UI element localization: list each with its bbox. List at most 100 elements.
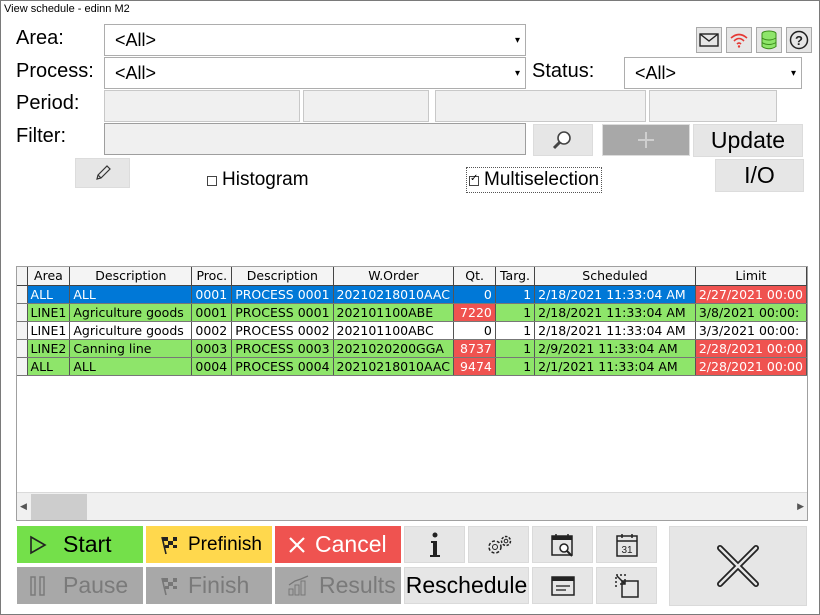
histogram-label: Histogram bbox=[222, 169, 309, 190]
column-header[interactable]: Targ. bbox=[495, 267, 536, 286]
column-header[interactable]: Qt. bbox=[453, 267, 496, 286]
schedule-table: Area Description Proc. Description W.Ord… bbox=[17, 267, 807, 376]
table-cell-limit: 3/8/2021 00:00: bbox=[695, 303, 807, 322]
table-cell-pdesc: PROCESS 0003 bbox=[231, 339, 334, 358]
area-label: Area: bbox=[16, 27, 64, 49]
row-header-corner bbox=[17, 267, 28, 286]
column-header[interactable]: Description bbox=[69, 267, 193, 286]
calendar-button[interactable]: 31 bbox=[596, 526, 657, 563]
table-cell-scheduled: 2/18/2021 11:33:04 AM bbox=[534, 321, 696, 340]
pause-button[interactable]: Pause bbox=[17, 567, 143, 604]
period-end-time[interactable] bbox=[649, 90, 777, 122]
close-window-button[interactable] bbox=[669, 526, 807, 606]
info-icon bbox=[429, 532, 440, 557]
table-row[interactable]: ALL ALL 0004 PROCESS 0004 20210218010AAC 9474… bbox=[17, 357, 807, 376]
scrollbar-thumb[interactable] bbox=[31, 494, 87, 520]
process-select-value: <All> bbox=[115, 63, 157, 83]
scroll-right-icon[interactable]: ▶ bbox=[797, 501, 804, 512]
column-header[interactable]: Limit bbox=[695, 267, 807, 286]
plus-icon bbox=[638, 132, 654, 148]
table-cell-qt: 0 bbox=[453, 321, 496, 340]
column-header[interactable]: Description bbox=[231, 267, 334, 286]
schedule-search-button[interactable] bbox=[532, 526, 593, 563]
table-cell-limit: 2/28/2021 00:00 bbox=[695, 339, 807, 358]
table-cell-scheduled: 2/18/2021 11:33:04 AM bbox=[534, 303, 696, 322]
process-select[interactable]: <All> ▾ bbox=[104, 57, 526, 89]
table-row[interactable]: LINE2 Canning line 0003 PROCESS 0003 2021020… bbox=[17, 339, 807, 358]
table-row[interactable]: LINE1 Agriculture goods 0002 PROCESS 0002 20… bbox=[17, 321, 807, 340]
database-button[interactable] bbox=[756, 27, 782, 53]
row-header[interactable] bbox=[17, 303, 28, 322]
card-button[interactable] bbox=[532, 567, 593, 604]
row-header[interactable] bbox=[17, 357, 28, 376]
table-cell-targ: 1 bbox=[495, 303, 536, 322]
table-cell-targ: 1 bbox=[495, 357, 536, 376]
wifi-icon bbox=[730, 33, 748, 48]
column-header[interactable]: Area bbox=[27, 267, 71, 286]
play-icon bbox=[30, 535, 47, 554]
settings-button[interactable] bbox=[468, 526, 529, 563]
checkered-flag-icon bbox=[161, 536, 177, 554]
update-button[interactable]: Update bbox=[693, 124, 803, 157]
connection-button[interactable] bbox=[726, 27, 752, 53]
prefinish-button[interactable]: Prefinish bbox=[146, 526, 272, 563]
help-button[interactable]: ? bbox=[786, 27, 812, 53]
table-row[interactable]: LINE1 Agriculture goods 0001 PROCESS 0001 20… bbox=[17, 303, 807, 322]
period-end-date[interactable] bbox=[435, 90, 646, 122]
status-select[interactable]: <All> ▾ bbox=[624, 57, 802, 89]
results-button[interactable]: Results bbox=[275, 567, 401, 604]
row-header[interactable] bbox=[17, 321, 28, 340]
start-button[interactable]: Start bbox=[17, 526, 143, 563]
filter-input[interactable] bbox=[104, 123, 526, 155]
table-cell-pdesc: PROCESS 0004 bbox=[231, 357, 334, 376]
period-start-date[interactable] bbox=[104, 90, 300, 122]
column-header[interactable]: Scheduled bbox=[534, 267, 696, 286]
info-button[interactable] bbox=[404, 526, 465, 563]
table-cell-qt: 7220 bbox=[453, 303, 496, 322]
resize-button[interactable] bbox=[596, 567, 657, 604]
histogram-checkbox[interactable]: Histogram bbox=[207, 169, 309, 191]
chevron-down-icon: ▾ bbox=[514, 35, 521, 46]
card-icon bbox=[550, 575, 575, 596]
horizontal-scrollbar[interactable]: ◀ ▶ bbox=[17, 492, 807, 520]
table-cell-proc: 0004 bbox=[191, 357, 233, 376]
edit-button[interactable] bbox=[75, 158, 130, 188]
window-title: View schedule - edinn M2 bbox=[4, 3, 130, 15]
cancel-button[interactable]: Cancel bbox=[275, 526, 401, 563]
table-cell-qt: 9474 bbox=[453, 357, 496, 376]
table-cell-pdesc: PROCESS 0001 bbox=[231, 303, 334, 322]
table-cell-limit: 2/28/2021 00:00 bbox=[695, 357, 807, 376]
search-icon bbox=[552, 131, 571, 150]
process-label: Process: bbox=[16, 60, 94, 82]
column-header[interactable]: Proc. bbox=[191, 267, 233, 286]
io-button[interactable]: I/O bbox=[715, 159, 804, 192]
table-cell-area: LINE1 bbox=[27, 321, 71, 340]
column-header[interactable]: W.Order bbox=[333, 267, 455, 286]
add-button[interactable] bbox=[602, 124, 690, 156]
scroll-left-icon[interactable]: ◀ bbox=[20, 501, 27, 512]
reschedule-button[interactable]: Reschedule bbox=[404, 567, 529, 604]
table-row[interactable]: ALL ALL 0001 PROCESS 0001 20210218010AAC 0 1 2/… bbox=[17, 285, 807, 304]
search-button[interactable] bbox=[533, 124, 593, 156]
area-select[interactable]: <All> ▾ bbox=[104, 24, 526, 56]
mail-button[interactable] bbox=[696, 27, 722, 53]
multiselection-label: Multiselection bbox=[484, 169, 600, 190]
help-icon: ? bbox=[789, 30, 809, 50]
table-cell-desc: Agriculture goods bbox=[69, 321, 193, 340]
table-cell-proc: 0001 bbox=[191, 285, 233, 304]
period-start-time[interactable] bbox=[303, 90, 429, 122]
schedule-grid[interactable]: Area Description Proc. Description W.Ord… bbox=[16, 266, 808, 521]
table-cell-proc: 0002 bbox=[191, 321, 233, 340]
chart-icon bbox=[288, 574, 309, 595]
table-cell-targ: 1 bbox=[495, 321, 536, 340]
multiselection-checkbox[interactable]: Multiselection bbox=[466, 167, 603, 193]
table-cell-qt: 0 bbox=[453, 285, 496, 304]
finish-button[interactable]: Finish bbox=[146, 567, 272, 604]
table-cell-qt: 8737 bbox=[453, 339, 496, 358]
table-cell-area: ALL bbox=[27, 285, 71, 304]
table-cell-targ: 1 bbox=[495, 285, 536, 304]
row-header[interactable] bbox=[17, 339, 28, 358]
mail-icon bbox=[699, 33, 719, 47]
row-header[interactable] bbox=[17, 285, 28, 304]
table-cell-order: 202101100ABE bbox=[333, 303, 455, 322]
